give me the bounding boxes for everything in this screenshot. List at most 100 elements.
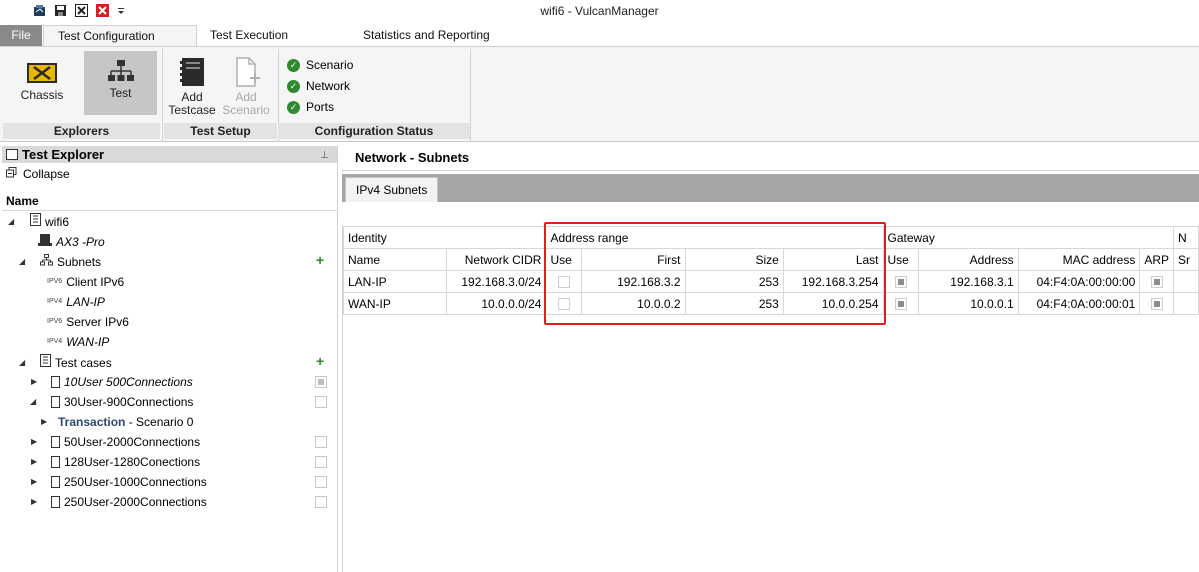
col-next[interactable]: Sr [1173,248,1199,271]
cell-cidr[interactable]: 192.168.3.0/24 [445,270,547,293]
page-title: Network - Subnets [355,150,470,165]
explorers-group-label: Explorers [3,123,160,139]
expand-arrow-icon[interactable]: ◢ [19,257,25,266]
add-testcase-icon [178,56,206,88]
name-column-header: Name [6,194,39,208]
table-row[interactable]: WAN-IP 10.0.0.0/24 10.0.0.2 253 10.0.0.2… [343,292,1199,315]
range-use-checkbox[interactable] [557,298,570,311]
expand-arrow-icon[interactable]: ▶ [31,457,37,466]
tree-node-test-case[interactable]: 10User 500Connections [51,373,193,391]
ribbon-separator [470,49,471,141]
status-ports[interactable]: ✓ Ports [287,100,334,114]
add-test-case-icon[interactable]: + [316,353,324,369]
col-size[interactable]: Size [684,248,784,271]
expand-arrow-icon[interactable]: ◢ [8,217,14,226]
cell-size[interactable]: 253 [684,270,784,293]
col-first[interactable]: First [581,248,686,271]
tree-node-test-case[interactable]: 250User-1000Connections [51,473,207,491]
tab-ipv4-subnets[interactable]: IPv4 Subnets [345,177,439,202]
cell-first[interactable]: 192.168.3.2 [581,270,686,293]
document-icon [51,396,60,408]
group-gateway: Gateway [882,226,1175,249]
col-arp[interactable]: ARP [1139,248,1175,271]
cell-name[interactable]: WAN-IP [343,292,447,315]
tree-node-root[interactable]: wifi6 [30,213,69,231]
test-case-checkbox[interactable] [315,436,327,448]
cell-last[interactable]: 10.0.0.254 [782,292,884,315]
tree-node-transaction[interactable]: Transaction - Scenario 0 [58,413,193,431]
configuration-status-group-label: Configuration Status [278,123,470,139]
explorers-group: Chassis Test Explorers [3,49,160,141]
ribbon-tabs: File Test Configuration Test Execution S… [0,24,1199,46]
tab-statistics-reporting[interactable]: Statistics and Reporting [349,25,504,46]
status-network[interactable]: ✓ Network [287,79,350,93]
subnets-grid: Identity Address range Gateway N Name Ne… [342,226,1199,315]
divider [342,170,1199,171]
tab-test-execution[interactable]: Test Execution [196,25,302,46]
table-row[interactable]: LAN-IP 192.168.3.0/24 192.168.3.2 253 19… [343,270,1199,293]
chassis-button[interactable]: Chassis [11,51,73,121]
tree-node-test-case[interactable]: 128User-1280Conections [51,453,200,471]
col-name[interactable]: Name [343,248,447,271]
col-range-use[interactable]: Use [545,248,583,271]
divider [2,210,338,211]
tree-node-subnet[interactable]: IPV4 WAN-IP [47,333,109,351]
chassis-icon [26,61,58,85]
cell-address[interactable]: 10.0.0.1 [918,292,1019,315]
tree-node-subnet[interactable]: IPV6 Client IPv6 [47,273,124,291]
expand-arrow-icon[interactable]: ◢ [30,397,36,406]
cell-mac[interactable]: 04:F4:0A:00:00:00 [1017,270,1141,293]
expand-arrow-icon[interactable]: ◢ [19,358,25,367]
col-mac-address[interactable]: MAC address [1017,248,1141,271]
tree-node-subnets[interactable]: Subnets [40,253,101,271]
cell-last[interactable]: 192.168.3.254 [782,270,884,293]
tree-node-test-case[interactable]: 30User-900Connections [51,393,193,411]
cell-size[interactable]: 253 [684,292,784,315]
tree-node-subnet[interactable]: IPV6 Server IPv6 [47,313,129,331]
test-case-checkbox[interactable] [315,456,327,468]
col-last[interactable]: Last [782,248,884,271]
arp-checkbox[interactable] [1150,276,1163,289]
cell-mac[interactable]: 04:F4:0A:00:00:01 [1017,292,1141,315]
col-network-cidr[interactable]: Network CIDR [445,248,547,271]
col-gateway-use[interactable]: Use [882,248,920,271]
gateway-use-checkbox[interactable] [894,298,907,311]
test-case-checkbox[interactable] [315,476,327,488]
tree-node-device[interactable]: AX3 -Pro [38,233,105,251]
test-case-checkbox[interactable] [315,496,327,508]
add-scenario-icon [232,56,260,88]
collapse-button[interactable]: Collapse [6,167,70,181]
add-testcase-button[interactable]: Add Testcase [168,51,216,121]
pin-icon[interactable]: ⊥ [320,147,329,164]
expand-arrow-icon[interactable]: ▶ [31,497,37,506]
cell-first[interactable]: 10.0.0.2 [581,292,686,315]
expand-arrow-icon[interactable]: ▶ [31,437,37,446]
tree-node-subnet[interactable]: IPV4 LAN-IP [47,293,105,311]
collapse-icon [6,167,17,181]
col-address[interactable]: Address [918,248,1019,271]
test-button[interactable]: Test [84,51,157,115]
expand-arrow-icon[interactable]: ▶ [41,417,47,426]
tab-file[interactable]: File [0,25,42,46]
test-case-checkbox[interactable] [315,396,327,408]
expand-arrow-icon[interactable]: ▶ [31,477,37,486]
subtab-bar: IPv4 Subnets [342,174,1199,202]
status-scenario[interactable]: ✓ Scenario [287,58,353,72]
cell-cidr[interactable]: 10.0.0.0/24 [445,292,547,315]
cell-address[interactable]: 192.168.3.1 [918,270,1019,293]
device-icon [38,233,52,251]
cell-name[interactable]: LAN-IP [343,270,447,293]
window-title: wifi6 - VulcanManager [540,4,659,18]
add-scenario-button[interactable]: Add Scenario [219,51,273,121]
test-case-checkbox[interactable] [315,376,327,388]
gateway-use-checkbox[interactable] [894,276,907,289]
tree-node-test-cases[interactable]: Test cases [40,354,112,372]
add-subnet-icon[interactable]: + [316,252,324,268]
tab-test-configuration[interactable]: Test Configuration [43,25,197,46]
range-use-checkbox[interactable] [557,276,570,289]
expand-arrow-icon[interactable]: ▶ [31,377,37,386]
ribbon: Chassis Test Explorers Add Testcase Add … [0,46,1199,142]
tree-node-test-case[interactable]: 250User-2000Connections [51,493,207,511]
arp-checkbox[interactable] [1150,298,1163,311]
tree-node-test-case[interactable]: 50User-2000Connections [51,433,200,451]
